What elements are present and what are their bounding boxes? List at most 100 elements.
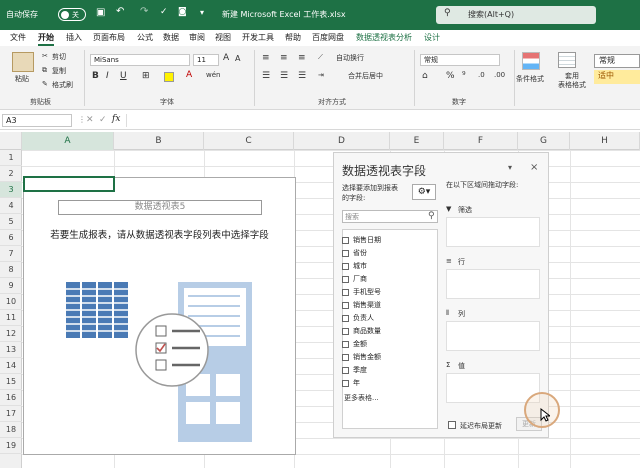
decrease-decimal-icon[interactable]: .00 [494, 71, 505, 79]
row-header[interactable]: 2 [0, 166, 22, 182]
save-icon[interactable]: ▣ [96, 7, 105, 18]
align-top-icon[interactable]: ≡ [262, 53, 270, 63]
tab-developer[interactable]: 开发工具 [242, 32, 274, 43]
row-header[interactable]: 19 [0, 438, 22, 454]
row-header[interactable]: 11 [0, 310, 22, 326]
values-drop-zone[interactable] [446, 373, 540, 403]
number-format-select[interactable]: 常规 [420, 54, 500, 66]
close-icon[interactable]: × [530, 162, 538, 173]
row-header[interactable]: 9 [0, 278, 22, 294]
conditional-format-button[interactable]: 条件格式 [516, 74, 544, 84]
checkbox[interactable] [342, 275, 349, 283]
align-left-icon[interactable]: ☰ [262, 71, 270, 81]
row-header[interactable]: 12 [0, 326, 22, 342]
filter-drop-zone[interactable] [446, 217, 540, 247]
brush-icon[interactable]: ✎ [42, 80, 48, 88]
tab-home[interactable]: 开始 [38, 32, 54, 46]
column-header[interactable]: C [204, 132, 294, 150]
row-header[interactable]: 3 [0, 182, 22, 198]
font-name-select[interactable]: MiSans [90, 54, 190, 66]
field-item[interactable]: 季度 [342, 365, 367, 375]
align-middle-icon[interactable]: ≡ [280, 53, 288, 63]
row-header[interactable]: 4 [0, 198, 22, 214]
checkbox[interactable] [342, 249, 349, 257]
tab-design[interactable]: 设计 [424, 32, 440, 43]
row-header[interactable]: 5 [0, 214, 22, 230]
tab-insert[interactable]: 插入 [66, 32, 82, 43]
font-size-select[interactable]: 11 [193, 54, 219, 66]
cancel-icon[interactable]: ✕ [86, 115, 94, 125]
active-cell[interactable] [23, 176, 115, 192]
font-color-icon[interactable]: A [186, 70, 192, 80]
column-header[interactable]: A [22, 132, 114, 150]
style-normal[interactable]: 常规 [594, 54, 640, 68]
border-icon[interactable]: ⊞ [142, 71, 150, 81]
align-bottom-icon[interactable]: ≡ [298, 53, 306, 63]
more-icon[interactable]: ▾ [200, 8, 204, 17]
field-item[interactable]: 销售金额 [342, 352, 381, 362]
columns-drop-zone[interactable] [446, 321, 540, 351]
bold-icon[interactable]: B [92, 71, 99, 81]
rows-drop-zone[interactable] [446, 269, 540, 299]
tab-help[interactable]: 帮助 [285, 32, 301, 43]
checkbox[interactable] [342, 301, 349, 309]
table-format-icon[interactable] [558, 52, 576, 68]
search-box[interactable]: ⚲ 搜索(Alt+Q) [436, 6, 596, 24]
field-item[interactable]: 年 [342, 378, 360, 388]
checkbox[interactable] [342, 353, 349, 361]
cut-button[interactable]: 剪切 [52, 52, 66, 62]
align-center-icon[interactable]: ☰ [280, 71, 288, 81]
defer-update-checkbox[interactable] [448, 421, 456, 429]
column-header[interactable]: B [114, 132, 204, 150]
checkbox[interactable] [342, 262, 349, 270]
increase-decimal-icon[interactable]: .0 [478, 71, 485, 79]
grow-font-icon[interactable]: A [223, 53, 229, 63]
field-item[interactable]: 负责人 [342, 313, 374, 323]
percent-icon[interactable]: % [446, 71, 455, 81]
field-item[interactable]: 手机型号 [342, 287, 381, 297]
field-item[interactable]: 金额 [342, 339, 367, 349]
scissors-icon[interactable]: ✂ [42, 52, 48, 60]
checkbox[interactable] [342, 340, 349, 348]
checkbox[interactable] [342, 288, 349, 296]
orientation-icon[interactable]: ⟋ [318, 53, 323, 62]
row-header[interactable]: 15 [0, 374, 22, 390]
row-header[interactable]: 8 [0, 262, 22, 278]
shrink-font-icon[interactable]: A [235, 54, 240, 63]
gear-icon[interactable]: ⚙▾ [412, 184, 436, 200]
merge-center-button[interactable]: 合并后居中 [348, 71, 383, 81]
paste-button[interactable]: 粘贴 [15, 74, 29, 84]
check-icon[interactable]: ✓ [160, 7, 168, 17]
row-header[interactable]: 10 [0, 294, 22, 310]
row-header[interactable]: 17 [0, 406, 22, 422]
column-header[interactable]: H [570, 132, 640, 150]
function-icon[interactable]: fx [112, 114, 120, 124]
conditional-format-icon[interactable] [522, 52, 540, 70]
tab-page-layout[interactable]: 页面布局 [93, 32, 125, 43]
table-format-button[interactable]: 套用 表格格式 [558, 72, 586, 90]
tab-baidu-netdisk[interactable]: 百度网盘 [312, 32, 344, 43]
column-header[interactable]: D [294, 132, 390, 150]
camera-icon[interactable]: ◙ [178, 7, 187, 17]
currency-icon[interactable]: ⌂ [422, 71, 428, 81]
row-header[interactable]: 1 [0, 150, 22, 166]
formula-input[interactable] [126, 114, 638, 127]
redo-icon[interactable]: ↷ [140, 6, 148, 17]
pane-options-icon[interactable]: ▾ [508, 163, 512, 172]
select-all-corner[interactable] [0, 132, 22, 150]
enter-icon[interactable]: ✓ [99, 115, 107, 125]
checkbox[interactable] [342, 236, 349, 244]
field-item[interactable]: 省份 [342, 248, 367, 258]
checkbox[interactable] [342, 366, 349, 374]
field-item[interactable]: 销售日期 [342, 235, 381, 245]
phonetic-icon[interactable]: wén [206, 71, 220, 79]
indent-icon[interactable]: ⇥ [318, 71, 324, 79]
field-item[interactable]: 城市 [342, 261, 367, 271]
autosave-toggle[interactable]: 关 [58, 8, 86, 21]
fill-color-icon[interactable] [164, 72, 174, 82]
field-item[interactable]: 商品数量 [342, 326, 381, 336]
field-item[interactable]: 销售渠道 [342, 300, 381, 310]
more-tables-link[interactable]: 更多表格... [344, 393, 379, 403]
checkbox[interactable] [342, 314, 349, 322]
row-header[interactable]: 14 [0, 358, 22, 374]
